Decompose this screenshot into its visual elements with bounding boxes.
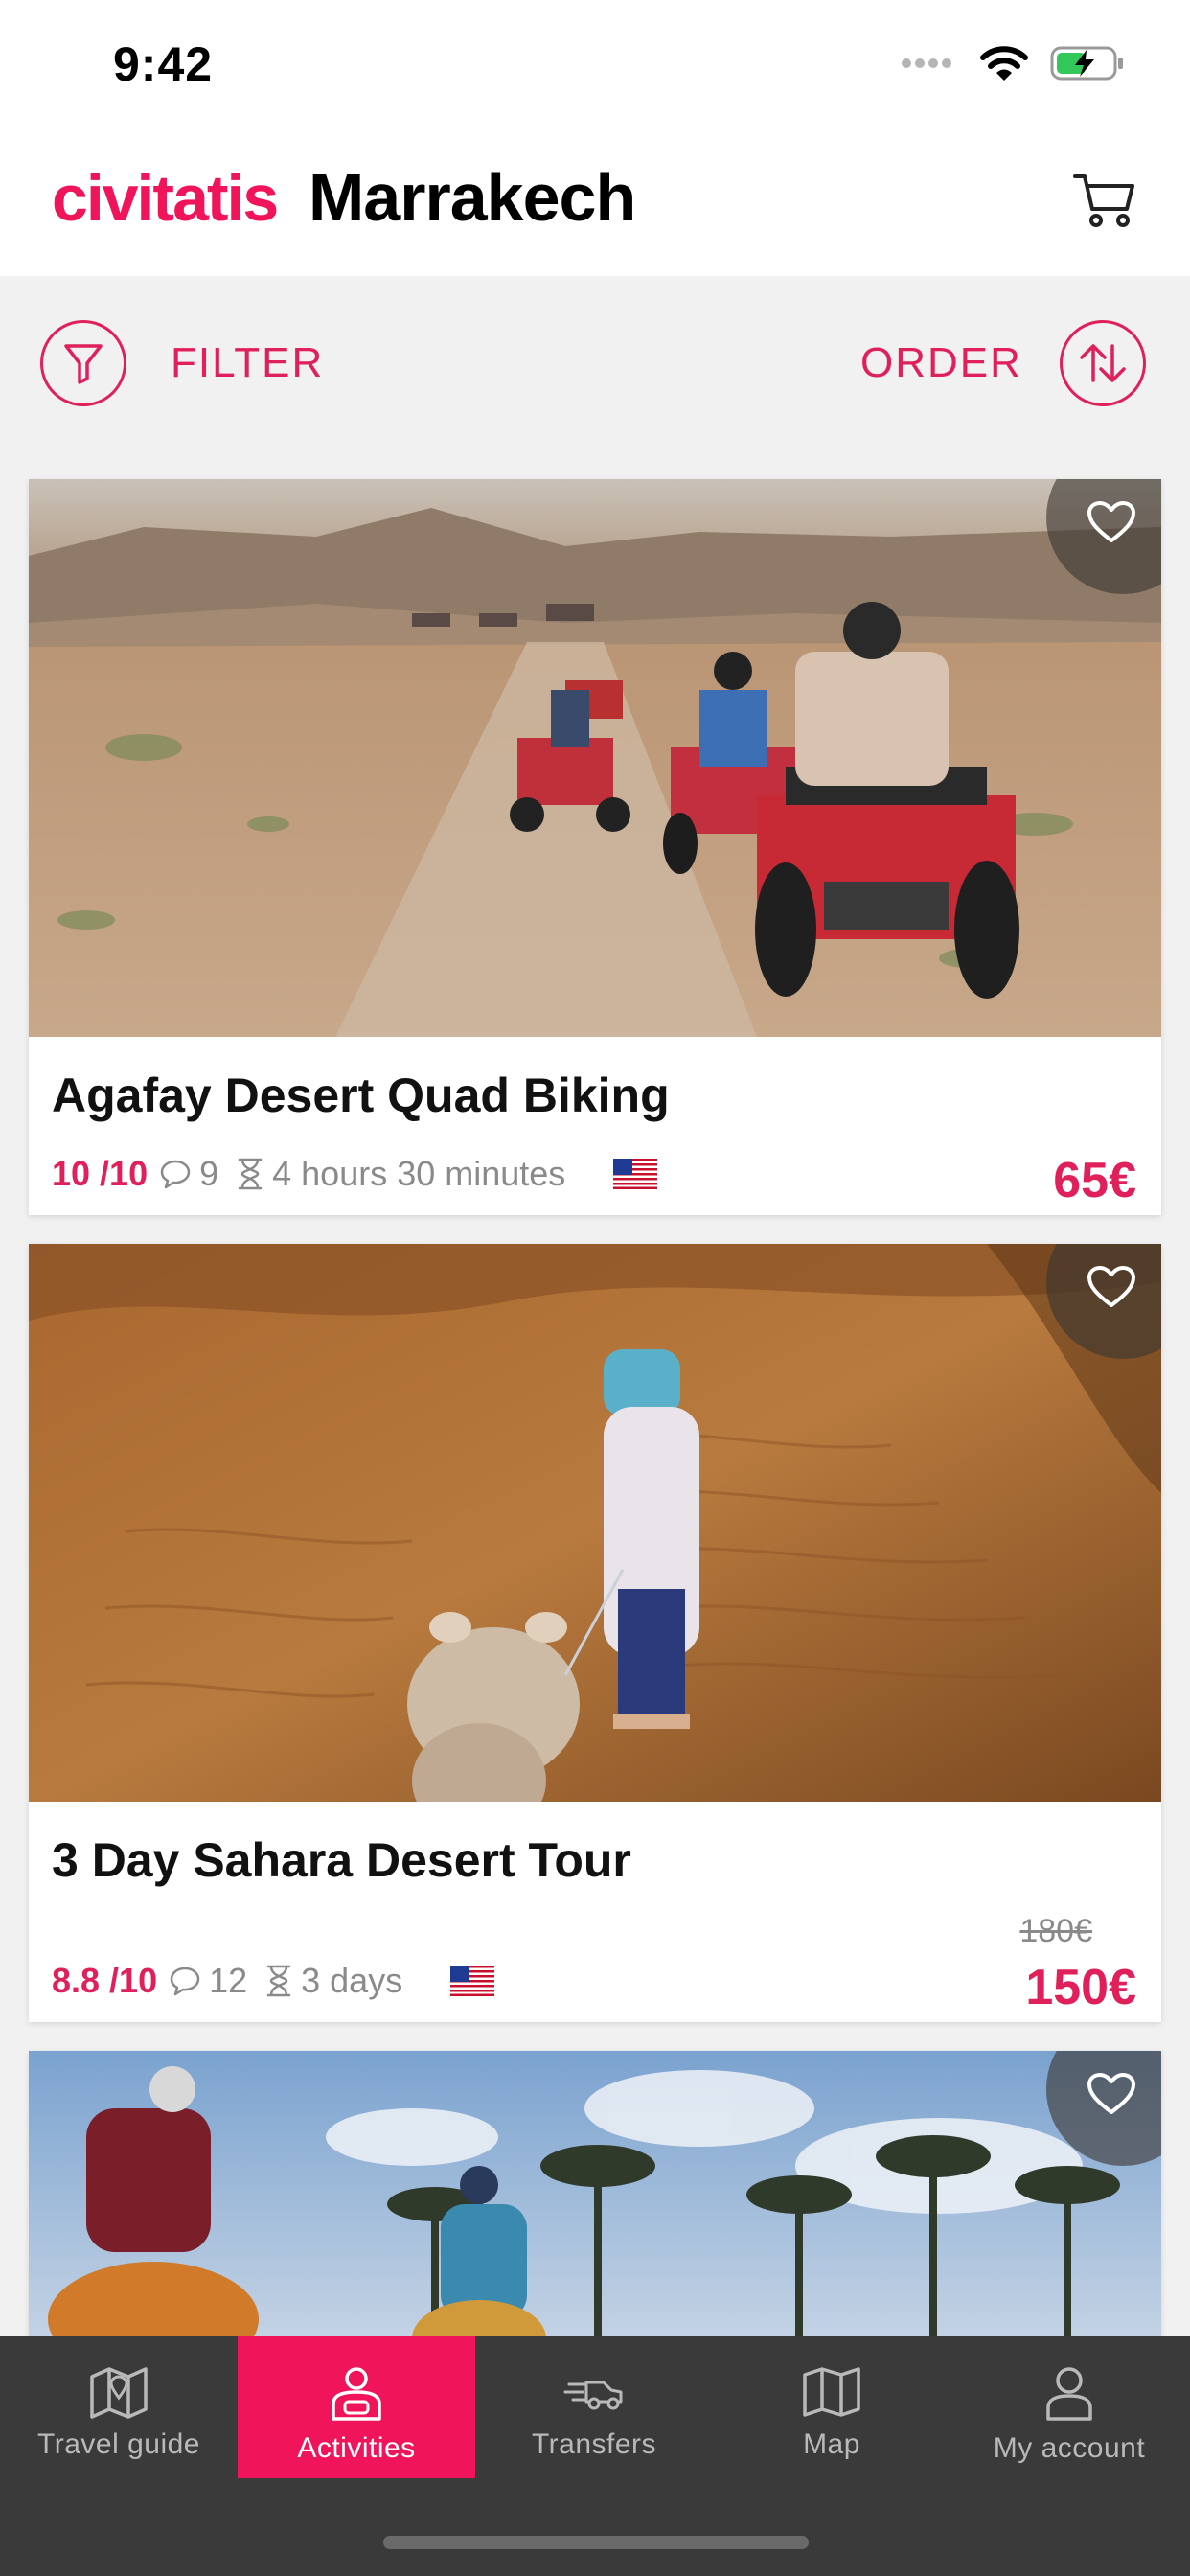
us-flag-icon (450, 1966, 495, 1996)
order-button[interactable] (1060, 320, 1146, 406)
tab-activities[interactable]: Activities (238, 2336, 475, 2478)
review-count: 12 (209, 1961, 248, 2000)
quad-biking-photo (29, 479, 1161, 1037)
sort-arrows-icon (1080, 344, 1126, 382)
user-icon (1046, 2367, 1092, 2421)
brand-logo[interactable]: civitatis (52, 161, 279, 236)
camel-palm-grove-photo (29, 2051, 1161, 2358)
activity-title[interactable]: Agafay Desert Quad Biking (52, 1068, 670, 1123)
activities-icon (332, 2367, 381, 2421)
old-price: 180€ (1019, 1913, 1092, 1949)
status-time: 9:42 (113, 37, 214, 91)
tab-label: Map (803, 2428, 860, 2460)
tab-label: Transfers (531, 2428, 657, 2460)
filter-funnel-icon (64, 344, 103, 384)
filter-button[interactable] (40, 320, 126, 406)
duration: 4 hours 30 minutes (272, 1154, 566, 1193)
comment-icon (170, 1966, 200, 1996)
hourglass-icon (238, 1158, 263, 1190)
tab-transfers[interactable]: Transfers (475, 2336, 713, 2478)
tab-label: My account (993, 2432, 1146, 2464)
tab-travel-guide[interactable]: Travel guide (0, 2336, 238, 2478)
activity-card[interactable] (29, 2051, 1161, 2358)
rating: 8.8 /10 (52, 1961, 158, 2000)
map-icon (803, 2367, 860, 2417)
tab-my-account[interactable]: My account (950, 2336, 1188, 2478)
map-guide-icon (90, 2367, 148, 2419)
heart-icon (1087, 501, 1135, 542)
review-count: 9 (199, 1154, 219, 1193)
cart-icon[interactable] (1071, 167, 1138, 234)
tab-label: Activities (297, 2432, 416, 2464)
activity-card[interactable]: Agafay Desert Quad Biking 10 /10 9 4 hou… (29, 479, 1161, 1215)
activity-meta: 10 /10 9 4 hours 30 minutes (52, 1154, 665, 1194)
page-title: Marrakech (309, 160, 636, 235)
status-bar: 9:42 (0, 0, 1190, 134)
app-header: civitatis Marrakech (0, 134, 1190, 276)
activity-title[interactable]: 3 Day Sahara Desert Tour (52, 1832, 631, 1888)
comment-icon (160, 1160, 191, 1189)
order-label[interactable]: ORDER (860, 339, 1022, 387)
sahara-camel-photo (29, 1244, 1161, 1802)
status-icons (901, 44, 1127, 82)
battery-charging-icon (1050, 46, 1123, 80)
heart-icon (1087, 2073, 1135, 2114)
rating: 10 /10 (52, 1154, 149, 1193)
filter-order-toolbar: FILTER ORDER (0, 276, 1190, 450)
transfers-icon (563, 2380, 623, 2410)
us-flag-icon (613, 1159, 658, 1189)
signal-dots-icon (902, 58, 951, 68)
activity-meta: 8.8 /10 12 3 days (52, 1961, 502, 2001)
hourglass-icon (266, 1965, 291, 1997)
price: 65€ (1053, 1153, 1136, 1208)
tab-label: Travel guide (37, 2428, 200, 2460)
heart-icon (1087, 1266, 1135, 1307)
wifi-icon (980, 46, 1028, 80)
home-indicator[interactable] (383, 2536, 809, 2549)
tab-map[interactable]: Map (713, 2336, 950, 2478)
filter-label[interactable]: FILTER (171, 339, 324, 387)
duration: 3 days (301, 1961, 403, 2000)
price: 150€ (1025, 1960, 1136, 2015)
activity-card[interactable]: 3 Day Sahara Desert Tour 180€ 8.8 /10 12… (29, 1244, 1161, 2022)
